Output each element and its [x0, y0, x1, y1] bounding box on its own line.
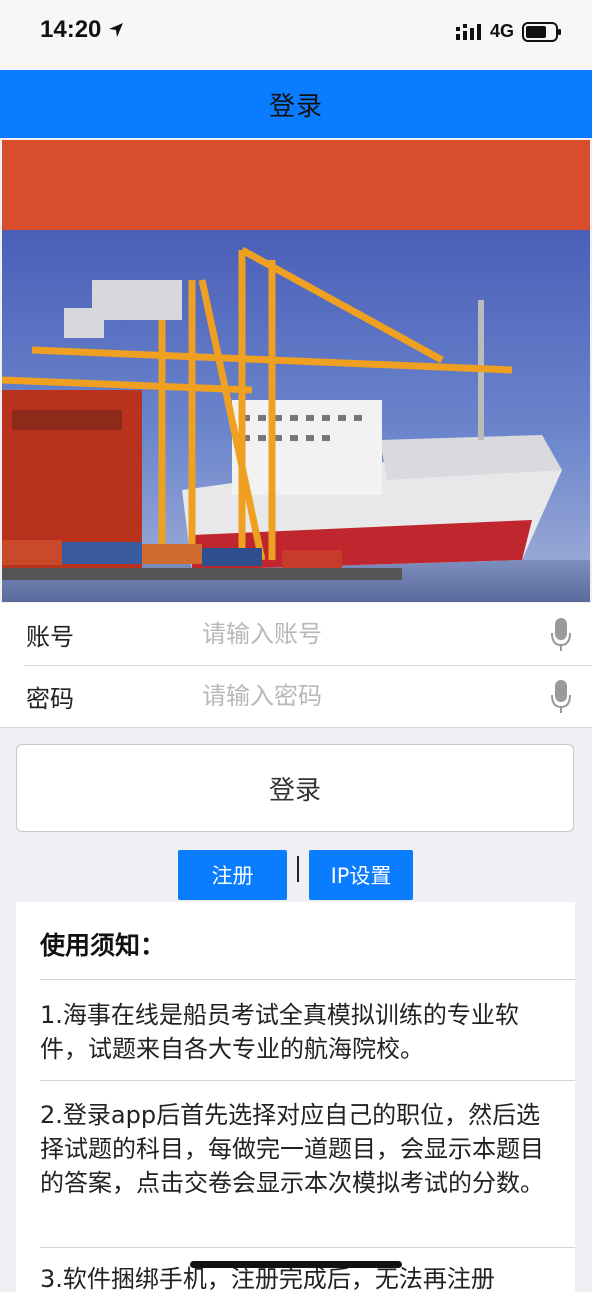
notice-title: 使用须知：	[40, 931, 166, 960]
password-input[interactable]	[200, 673, 524, 719]
microphone-icon[interactable]	[550, 617, 572, 653]
separator	[297, 856, 299, 882]
battery-icon	[522, 22, 561, 42]
status-bar: 14:20 4G	[0, 0, 592, 70]
divider	[40, 1080, 575, 1081]
divider	[40, 979, 575, 980]
divider	[40, 1247, 575, 1248]
page-title: 登录	[268, 91, 323, 122]
signal-icon	[456, 24, 481, 40]
home-indicator[interactable]	[190, 1261, 402, 1268]
register-button[interactable]: 注册	[178, 850, 287, 900]
login-button[interactable]: 登录	[16, 744, 574, 832]
usage-notice: 使用须知： 1.海事在线是船员考试全真模拟训练的专业软件，试题来自各大专业的航海…	[16, 902, 575, 1292]
cargo-ship-port-image	[2, 140, 590, 602]
login-form: 账号 密码	[0, 603, 592, 728]
microphone-icon[interactable]	[550, 679, 572, 715]
location-arrow-icon	[109, 23, 123, 37]
banner-image	[2, 140, 590, 602]
notice-item: 2.登录app后首先选择对应自己的职位，然后选择试题的科目，每做完一道题目，会显…	[40, 1101, 544, 1197]
ip-settings-button[interactable]: IP设置	[309, 850, 413, 900]
nav-bar: 登录	[0, 70, 592, 138]
password-label: 密码	[26, 685, 74, 713]
divider	[0, 727, 592, 728]
network-type: 4G	[490, 21, 515, 41]
account-row: 账号	[0, 603, 592, 666]
notice-item: 1.海事在线是船员考试全真模拟训练的专业软件，试题来自各大专业的航海院校。	[40, 1001, 519, 1063]
password-row: 密码	[0, 665, 592, 727]
account-label: 账号	[26, 623, 74, 651]
status-time: 14:20	[40, 16, 102, 43]
account-input[interactable]	[200, 611, 524, 657]
